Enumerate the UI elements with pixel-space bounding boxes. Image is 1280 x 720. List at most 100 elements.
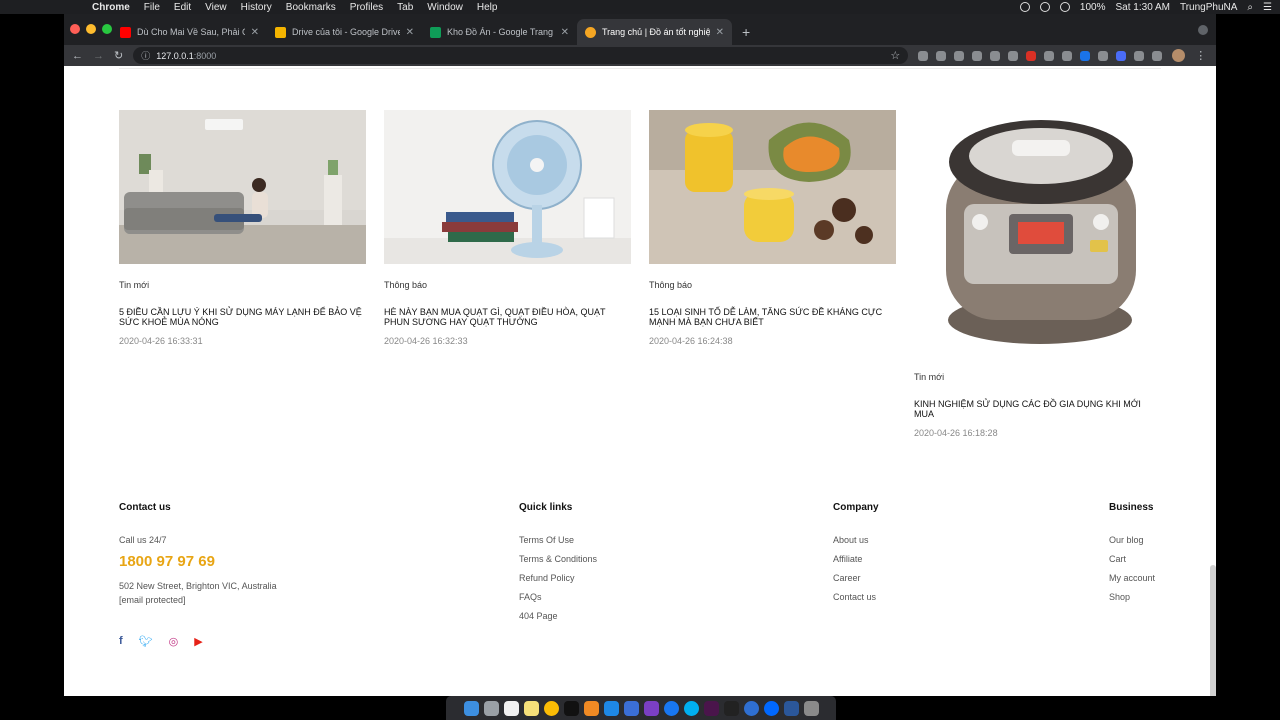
link-contact-us[interactable]: Contact us bbox=[833, 592, 879, 602]
menu-profiles[interactable]: Profiles bbox=[350, 2, 383, 13]
extension-icon[interactable] bbox=[954, 50, 965, 61]
extension-icon[interactable] bbox=[1098, 50, 1109, 61]
news-title[interactable]: Hè này bạn mua quạt gì, quạt điều hòa, q… bbox=[384, 307, 631, 327]
battery-percentage[interactable]: 100% bbox=[1080, 2, 1106, 13]
slack-icon[interactable] bbox=[703, 700, 719, 716]
profile-avatar[interactable] bbox=[1172, 49, 1186, 62]
link-404-page[interactable]: 404 Page bbox=[519, 611, 597, 621]
notes-icon[interactable] bbox=[523, 700, 539, 716]
twitter-icon[interactable]: 🐦︎ bbox=[139, 635, 153, 648]
extension-icon[interactable] bbox=[1080, 50, 1091, 61]
menu-help[interactable]: Help bbox=[477, 2, 498, 13]
news-card[interactable]: Tin mới Kinh nghiệm sử dụng các đồ gia d… bbox=[914, 110, 1161, 438]
news-card[interactable]: Thông báo Hè này bạn mua quạt gì, quạt đ… bbox=[384, 110, 631, 346]
extension-icon[interactable] bbox=[972, 50, 983, 61]
news-category[interactable]: Tin mới bbox=[119, 280, 366, 290]
maximize-window-button[interactable] bbox=[102, 24, 112, 34]
tab-google-drive[interactable]: Drive của tôi - Google Drive ✕ bbox=[267, 19, 422, 45]
page-scrollbar[interactable] bbox=[1210, 565, 1216, 696]
bookmark-star-icon[interactable]: ☆ bbox=[890, 49, 900, 62]
link-career[interactable]: Career bbox=[833, 573, 879, 583]
close-tab-icon[interactable]: ✕ bbox=[251, 27, 259, 38]
launchpad-icon[interactable] bbox=[483, 700, 499, 716]
wifi-icon[interactable] bbox=[1059, 2, 1070, 12]
link-affiliate[interactable]: Affiliate bbox=[833, 554, 879, 564]
link-cart[interactable]: Cart bbox=[1109, 554, 1155, 564]
news-image-rice-cooker[interactable] bbox=[914, 110, 1161, 356]
phpstorm-icon[interactable] bbox=[643, 700, 659, 716]
status-icon[interactable] bbox=[1039, 2, 1050, 12]
back-icon[interactable]: ← bbox=[72, 50, 83, 62]
terminal-icon[interactable] bbox=[563, 700, 579, 716]
tab-search-icon[interactable] bbox=[1198, 25, 1208, 35]
webstorm-icon[interactable] bbox=[623, 700, 639, 716]
calendar-icon[interactable] bbox=[503, 700, 519, 716]
extension-icon[interactable] bbox=[1062, 50, 1073, 61]
instagram-icon[interactable]: ◎ bbox=[169, 635, 179, 648]
close-tab-icon[interactable]: ✕ bbox=[406, 27, 414, 38]
news-title[interactable]: Kinh nghiệm sử dụng các đồ gia dụng khi … bbox=[914, 399, 1161, 419]
more-menu-icon[interactable]: ⋮ bbox=[1195, 49, 1206, 62]
link-terms-of-use[interactable]: Terms Of Use bbox=[519, 535, 597, 545]
puzzle-icon[interactable] bbox=[1134, 50, 1145, 61]
address-bar[interactable]: ⓘ 127.0.0.1:8000 ☆ bbox=[133, 47, 909, 64]
link-my-account[interactable]: My account bbox=[1109, 573, 1155, 583]
extension-icon[interactable] bbox=[936, 50, 947, 61]
info-icon[interactable]: ⓘ bbox=[141, 49, 150, 62]
vscode-icon[interactable] bbox=[603, 700, 619, 716]
link-our-blog[interactable]: Our blog bbox=[1109, 535, 1155, 545]
console-icon[interactable] bbox=[723, 700, 739, 716]
youtube-icon[interactable]: ▶ bbox=[194, 635, 202, 648]
extension-icon[interactable] bbox=[918, 50, 929, 61]
messenger-icon[interactable] bbox=[663, 700, 679, 716]
reload-icon[interactable]: ↻ bbox=[114, 49, 123, 62]
search-icon[interactable]: ⌕ bbox=[1247, 2, 1253, 13]
skype-icon[interactable] bbox=[683, 700, 699, 716]
menu-file[interactable]: File bbox=[144, 2, 160, 13]
news-card[interactable]: Tin mới 5 điều cần lưu ý khi sử dụng máy… bbox=[119, 110, 366, 346]
zalo-icon[interactable] bbox=[763, 700, 779, 716]
news-category[interactable]: Thông báo bbox=[384, 280, 631, 290]
link-about-us[interactable]: About us bbox=[833, 535, 879, 545]
news-title[interactable]: 15 loại sinh tố dễ làm, tăng sức đề khán… bbox=[649, 307, 896, 327]
news-image-smoothie[interactable] bbox=[649, 110, 896, 264]
news-title[interactable]: 5 điều cần lưu ý khi sử dụng máy lạnh để… bbox=[119, 307, 366, 327]
close-tab-icon[interactable]: ✕ bbox=[716, 27, 724, 38]
link-terms-conditions[interactable]: Terms & Conditions bbox=[519, 554, 597, 564]
menu-bookmarks[interactable]: Bookmarks bbox=[286, 2, 336, 13]
finder-icon[interactable] bbox=[463, 700, 479, 716]
close-window-button[interactable] bbox=[70, 24, 80, 34]
tab-google-sheets[interactable]: Kho Đồ Án - Google Trang tính ✕ bbox=[422, 19, 577, 45]
forward-icon[interactable]: → bbox=[93, 50, 104, 62]
menu-icon[interactable]: ☰ bbox=[1263, 2, 1272, 13]
news-category[interactable]: Thông báo bbox=[649, 280, 896, 290]
link-shop[interactable]: Shop bbox=[1109, 592, 1155, 602]
phone-number[interactable]: 1800 97 97 69 bbox=[119, 553, 277, 570]
app-icon[interactable] bbox=[743, 700, 759, 716]
reading-list-icon[interactable] bbox=[1152, 50, 1163, 61]
news-image-living-room[interactable] bbox=[119, 110, 366, 264]
extension-icon[interactable] bbox=[1008, 50, 1019, 61]
close-tab-icon[interactable]: ✕ bbox=[561, 27, 569, 38]
menu-window[interactable]: Window bbox=[427, 2, 463, 13]
tab-youtube[interactable]: Dù Cho Mai Về Sau, Phải Chăng ✕ bbox=[112, 19, 267, 45]
extension-icon[interactable] bbox=[1116, 50, 1127, 61]
extension-icon[interactable] bbox=[990, 50, 1001, 61]
news-card[interactable]: Thông báo 15 loại sinh tố dễ làm, tăng s… bbox=[649, 110, 896, 346]
user-name[interactable]: TrungPhuNA bbox=[1180, 2, 1237, 13]
status-icon[interactable] bbox=[1019, 2, 1030, 12]
email-address[interactable]: [email protected] bbox=[119, 593, 277, 607]
facebook-icon[interactable]: f bbox=[119, 635, 123, 648]
menu-history[interactable]: History bbox=[241, 2, 272, 13]
word-icon[interactable] bbox=[783, 700, 799, 716]
sublime-icon[interactable] bbox=[583, 700, 599, 716]
minimize-window-button[interactable] bbox=[86, 24, 96, 34]
trash-icon[interactable] bbox=[803, 700, 819, 716]
tab-homepage-active[interactable]: Trang chủ | Đồ án tốt nghiệp ✕ bbox=[577, 19, 732, 45]
new-tab-button[interactable]: + bbox=[732, 19, 760, 45]
menu-edit[interactable]: Edit bbox=[174, 2, 191, 13]
news-image-fan[interactable] bbox=[384, 110, 631, 264]
menu-app-name[interactable]: Chrome bbox=[92, 2, 130, 13]
menu-tab[interactable]: Tab bbox=[397, 2, 413, 13]
chrome-icon[interactable] bbox=[543, 700, 559, 716]
